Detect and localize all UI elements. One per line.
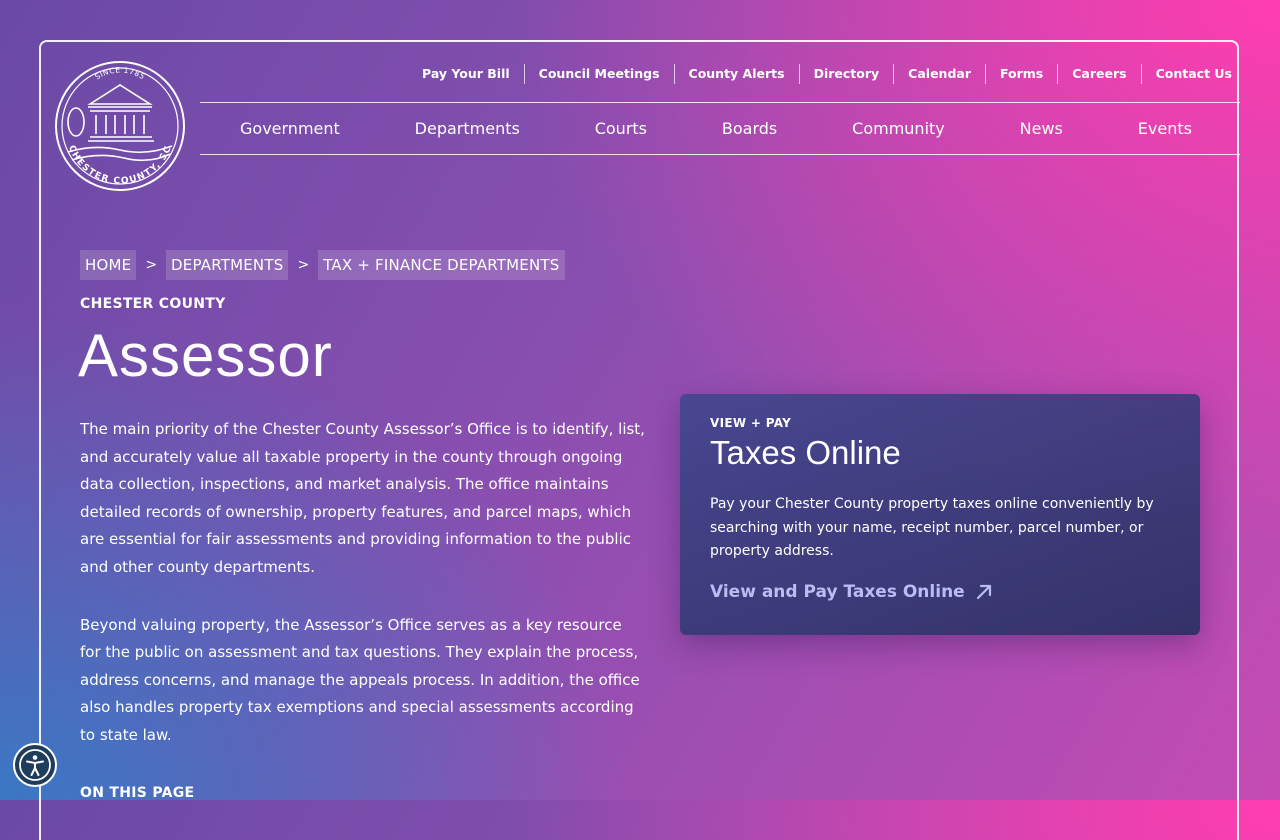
breadcrumb-separator: > [297, 257, 310, 273]
main-nav-events[interactable]: Events [1138, 119, 1192, 138]
utility-link-council-meetings[interactable]: Council Meetings [523, 64, 674, 84]
card-link-label: View and Pay Taxes Online [710, 581, 965, 602]
breadcrumb: HOME > DEPARTMENTS > TAX + FINANCE DEPAR… [80, 250, 565, 280]
body-paragraph: The main priority of the Chester County … [80, 420, 645, 576]
breadcrumb-tax-finance[interactable]: TAX + FINANCE DEPARTMENTS [318, 250, 565, 280]
breadcrumb-home[interactable]: HOME [80, 250, 137, 280]
arrow-up-right-icon [976, 584, 991, 599]
body-paragraph: Beyond valuing property, the Assessor’s … [80, 615, 640, 744]
utility-link-forms[interactable]: Forms [985, 64, 1057, 84]
accessibility-icon [19, 749, 51, 781]
main-nav-boards[interactable]: Boards [722, 119, 777, 138]
card-title: Taxes Online [710, 434, 901, 471]
taxes-online-card: VIEW + PAY Taxes Online Pay your Chester… [680, 394, 1200, 635]
view-pay-taxes-link[interactable]: View and Pay Taxes Online [710, 582, 993, 602]
utility-link-contact-us[interactable]: Contact Us [1140, 64, 1232, 84]
page-title: Assessor [78, 322, 333, 389]
utility-link-county-alerts[interactable]: County Alerts [673, 64, 799, 84]
card-eyebrow: VIEW + PAY [710, 416, 792, 430]
main-nav-departments[interactable]: Departments [415, 119, 520, 138]
main-nav-news[interactable]: News [1020, 119, 1063, 138]
breadcrumb-separator: > [145, 257, 158, 273]
utility-link-careers[interactable]: Careers [1057, 64, 1140, 84]
main-nav-courts[interactable]: Courts [595, 119, 647, 138]
breadcrumb-departments[interactable]: DEPARTMENTS [166, 250, 289, 280]
svg-text:SINCE 1785: SINCE 1785 [93, 65, 147, 81]
card-description: Pay your Chester County property taxes o… [710, 496, 1154, 559]
on-this-page-heading: ON THIS PAGE [80, 785, 195, 801]
main-nav-community[interactable]: Community [852, 119, 945, 138]
seal-top-text: SINCE 1785 [93, 65, 146, 81]
main-nav-government[interactable]: Government [240, 119, 340, 138]
utility-link-pay-your-bill[interactable]: Pay Your Bill [408, 64, 524, 84]
page-body: The main priority of the Chester County … [80, 416, 645, 780]
main-nav: Government Departments Courts Boards Com… [200, 102, 1240, 155]
utility-link-directory[interactable]: Directory [798, 64, 894, 84]
accessibility-button[interactable] [13, 743, 57, 787]
utility-link-calendar[interactable]: Calendar [893, 64, 985, 84]
page-eyebrow: CHESTER COUNTY [80, 296, 226, 312]
county-seal-logo[interactable]: SINCE 1785 CHESTER COUNTY, SC [54, 60, 186, 194]
utility-nav: Pay Your Bill Council Meetings County Al… [408, 64, 1232, 84]
